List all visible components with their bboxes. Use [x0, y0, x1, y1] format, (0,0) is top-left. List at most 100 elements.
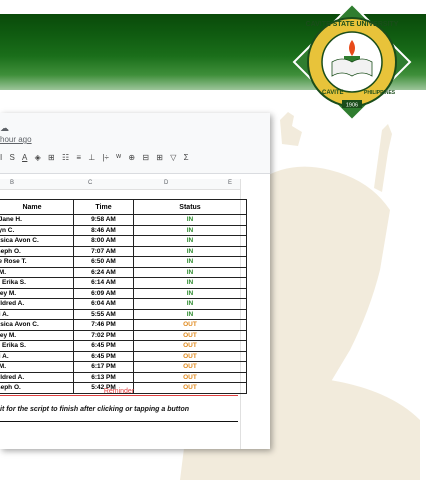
name-cell[interactable]: ce Erika S. — [0, 340, 74, 352]
status-cell[interactable]: IN — [133, 266, 247, 278]
column-headers: B C D E — [0, 179, 240, 190]
table-row: Mildred A.6:13 PMOUT — [0, 371, 247, 383]
table-row: ffrey M.7:02 PMOUT — [0, 329, 247, 341]
table-header-row: Name Time Status — [0, 199, 247, 215]
university-seal: CAVITE STATE UNIVERSITY CAVITE PHILIPPIN… — [292, 2, 412, 122]
status-cell[interactable]: IN — [133, 298, 247, 310]
table-row: Mildred A.6:04 AMIN — [0, 298, 247, 310]
borders-icon[interactable]: ⊞ — [48, 153, 55, 162]
status-header[interactable]: Status — [133, 199, 247, 215]
time-cell[interactable]: 7:02 PM — [73, 329, 134, 341]
name-cell[interactable]: ce Erika S. — [0, 277, 74, 289]
column-header-c[interactable]: C — [88, 180, 92, 186]
table-row: mi A.5:55 AMIN — [0, 308, 247, 320]
seal-year: 1906 — [346, 103, 358, 109]
table-row: h M.6:24 AMIN — [0, 266, 247, 278]
name-cell[interactable]: elyn C. — [0, 224, 74, 236]
name-cell[interactable]: essica Avon C. — [0, 235, 74, 247]
vertical-align-icon[interactable]: ⊥ — [88, 153, 95, 162]
seal-right-text: PHILIPPINES — [364, 90, 396, 96]
name-cell[interactable]: oseph O. — [0, 245, 74, 257]
name-cell[interactable]: mi A. — [0, 308, 74, 320]
name-cell[interactable]: ffrey M. — [0, 329, 74, 341]
time-cell[interactable]: 5:55 AM — [73, 308, 134, 320]
name-cell[interactable]: essica Avon C. — [0, 319, 74, 331]
insert-link-icon[interactable]: ⊕ — [128, 153, 135, 162]
text-color-icon[interactable]: A — [22, 153, 27, 162]
script-notice: it for the script to finish after clicki… — [0, 406, 190, 413]
column-header-b[interactable]: B — [10, 180, 14, 186]
reminder-label: Reminder — [103, 388, 135, 395]
time-cell[interactable]: 6:09 AM — [73, 287, 134, 299]
filter-icon[interactable]: ▽ — [170, 153, 176, 162]
text-wrap-icon[interactable]: |÷ — [102, 153, 108, 162]
status-cell[interactable]: OUT — [133, 329, 247, 341]
status-cell[interactable]: IN — [133, 235, 247, 247]
name-cell[interactable]: kie Rose T. — [0, 256, 74, 268]
spreadsheet-window: ☁ hour ago I S A ◈ ⊞ ☷ ≡ ⊥ |÷ ᵂ ⊕ ⊟ ⊞ ▽ … — [0, 113, 270, 449]
time-cell[interactable]: 8:00 AM — [73, 235, 134, 247]
table-row: ce Erika S.6:45 PMOUT — [0, 340, 247, 352]
name-header[interactable]: Name — [0, 199, 74, 215]
status-cell[interactable]: OUT — [133, 350, 247, 362]
last-edit-link[interactable]: hour ago — [0, 135, 32, 144]
status-cell[interactable]: IN — [133, 256, 247, 268]
time-cell[interactable]: 7:07 AM — [73, 245, 134, 257]
merge-cells-icon[interactable]: ☷ — [62, 153, 69, 162]
name-cell[interactable]: h Jane H. — [0, 214, 74, 226]
time-cell[interactable]: 6:45 PM — [73, 350, 134, 362]
name-cell[interactable]: Mildred A. — [0, 371, 74, 383]
time-cell[interactable]: 9:58 AM — [73, 214, 134, 226]
name-cell[interactable]: ffrey M. — [0, 287, 74, 299]
seal-ring-text: CAVITE STATE UNIVERSITY — [306, 21, 399, 28]
column-header-e[interactable]: E — [228, 180, 232, 186]
attendance-rows: h Jane H.9:58 AMINelyn C.8:46 AMINessica… — [0, 214, 247, 394]
table-row: essica Avon C.8:00 AMIN — [0, 235, 247, 247]
name-cell[interactable]: Mildred A. — [0, 298, 74, 310]
time-cell[interactable]: 8:46 AM — [73, 224, 134, 236]
insert-comment-icon[interactable]: ⊟ — [142, 153, 149, 162]
time-cell[interactable]: 6:13 PM — [73, 371, 134, 383]
seal-bottom-text: CAVITE — [322, 90, 344, 96]
insert-chart-icon[interactable]: ⊞ — [156, 153, 163, 162]
status-cell[interactable]: IN — [133, 277, 247, 289]
time-cell[interactable]: 6:24 AM — [73, 266, 134, 278]
cloud-icon: ☁ — [0, 123, 9, 133]
italic-icon[interactable]: I — [0, 153, 2, 162]
status-cell[interactable]: IN — [133, 245, 247, 257]
table-row: ffrey M.6:09 AMIN — [0, 287, 247, 299]
status-cell[interactable]: OUT — [133, 340, 247, 352]
formatting-toolbar: I S A ◈ ⊞ ☷ ≡ ⊥ |÷ ᵂ ⊕ ⊟ ⊞ ▽ Σ — [0, 153, 194, 167]
table-row: h M.6:17 PMOUT — [0, 361, 247, 373]
column-header-d[interactable]: D — [164, 180, 168, 186]
status-cell[interactable]: IN — [133, 308, 247, 320]
status-cell[interactable]: IN — [133, 287, 247, 299]
status-cell[interactable]: OUT — [133, 361, 247, 373]
name-cell[interactable]: h M. — [0, 266, 74, 278]
time-cell[interactable]: 6:14 AM — [73, 277, 134, 289]
status-cell[interactable]: IN — [133, 214, 247, 226]
time-cell[interactable]: 7:46 PM — [73, 319, 134, 331]
functions-icon[interactable]: Σ — [184, 153, 189, 162]
name-cell[interactable]: mi A. — [0, 350, 74, 362]
table-row: elyn C.8:46 AMIN — [0, 224, 247, 236]
horizontal-align-icon[interactable]: ≡ — [76, 153, 81, 162]
time-cell[interactable]: 6:45 PM — [73, 340, 134, 352]
fill-color-icon[interactable]: ◈ — [35, 153, 41, 162]
table-row: essica Avon C.7:46 PMOUT — [0, 319, 247, 331]
table-row: oseph O.7:07 AMIN — [0, 245, 247, 257]
name-cell[interactable]: h M. — [0, 361, 74, 373]
table-row: kie Rose T.6:50 AMIN — [0, 256, 247, 268]
text-rotation-icon[interactable]: ᵂ — [116, 153, 121, 162]
time-cell[interactable]: 6:17 PM — [73, 361, 134, 373]
strikethrough-icon[interactable]: S — [9, 153, 14, 162]
time-cell[interactable]: 6:50 AM — [73, 256, 134, 268]
time-header[interactable]: Time — [73, 199, 134, 215]
attendance-table: Name Time Status h Jane H.9:58 AMINelyn … — [0, 199, 247, 394]
time-cell[interactable]: 6:04 AM — [73, 298, 134, 310]
status-cell[interactable]: OUT — [133, 319, 247, 331]
table-row: mi A.6:45 PMOUT — [0, 350, 247, 362]
reminder-divider — [0, 395, 238, 396]
status-cell[interactable]: OUT — [133, 371, 247, 383]
status-cell[interactable]: IN — [133, 224, 247, 236]
